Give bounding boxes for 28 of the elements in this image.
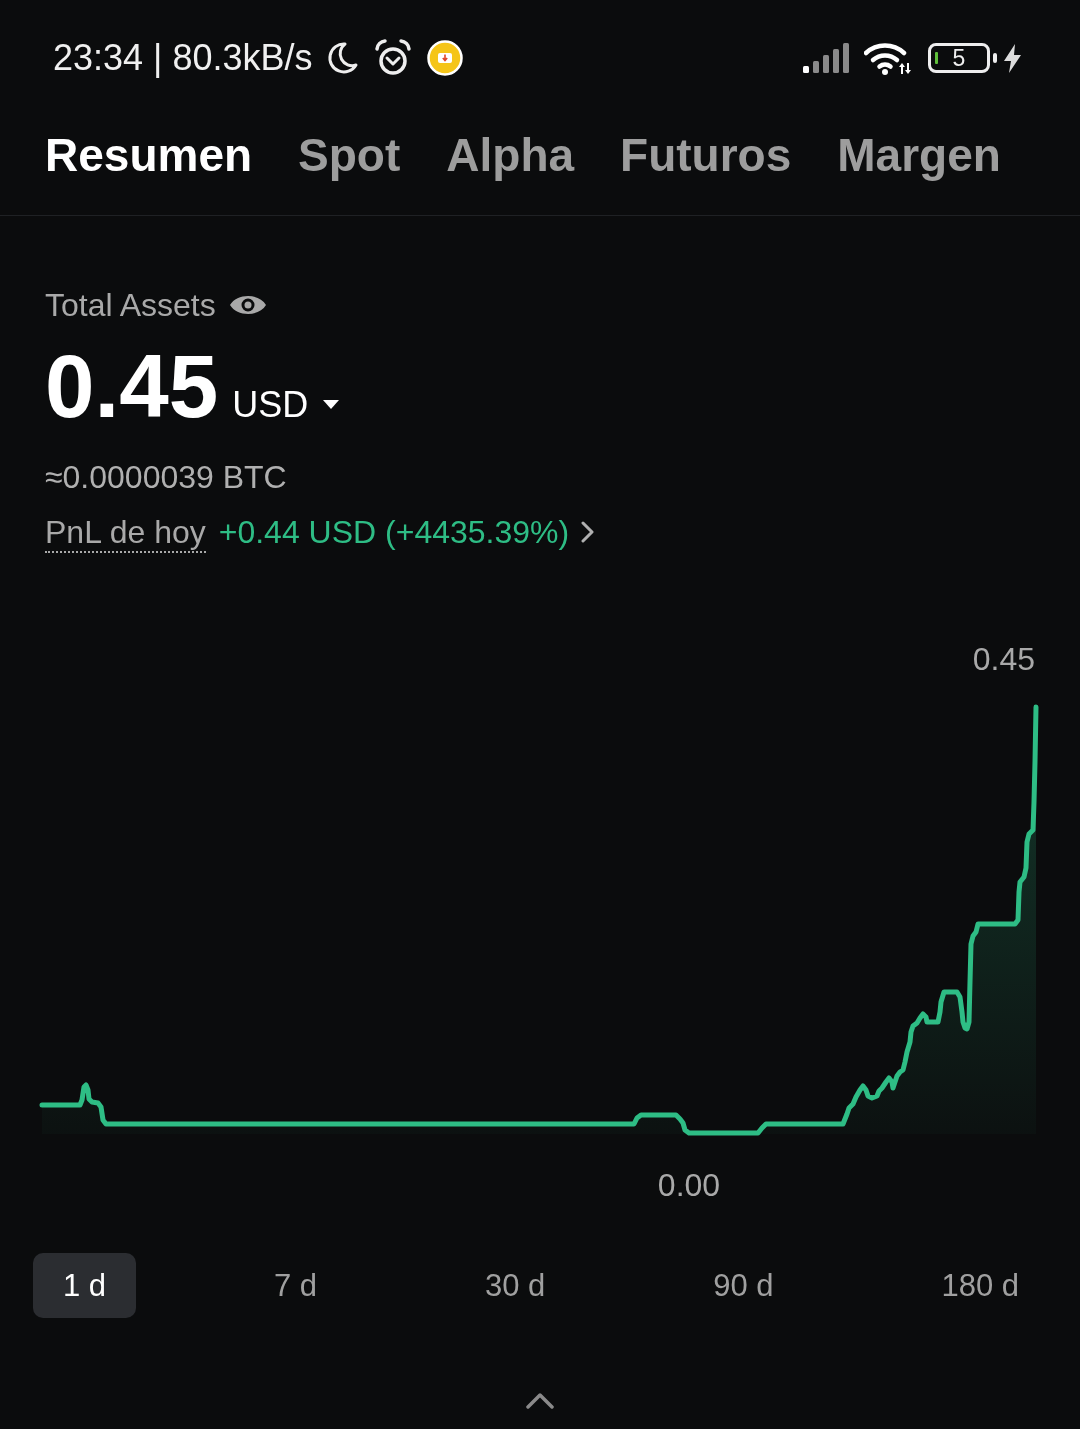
- tab[interactable]: Resumen: [45, 128, 253, 184]
- time-range-tab[interactable]: 1 d: [33, 1253, 137, 1319]
- total-assets-label: Total Assets: [45, 286, 216, 325]
- time-range-tab[interactable]: 180 d: [911, 1253, 1049, 1319]
- pnl-label[interactable]: PnL de hoy: [45, 512, 206, 554]
- tab[interactable]: Spot: [298, 128, 401, 184]
- chart-max-label: 0.45: [972, 641, 1035, 678]
- currency-dropdown[interactable]: USD: [232, 382, 340, 426]
- battery-level-text: 5: [952, 46, 966, 70]
- time-range-tab[interactable]: 90 d: [683, 1253, 804, 1319]
- tab[interactable]: Futuros: [620, 128, 792, 184]
- wifi-icon: [864, 41, 912, 75]
- chart-min-label: 0.00: [657, 1167, 721, 1204]
- alarm-clock-icon: [372, 38, 413, 78]
- time-range-tab[interactable]: 7 d: [244, 1253, 348, 1319]
- chevron-right-icon: [581, 521, 595, 544]
- chevron-up-icon[interactable]: [526, 1392, 554, 1410]
- time-range-tab[interactable]: 30 d: [454, 1253, 576, 1319]
- btc-equivalent-text: ≈0.0000039 BTC: [45, 457, 288, 496]
- signal-icon: [803, 43, 851, 73]
- tab[interactable]: Margen: [837, 128, 1001, 184]
- tab[interactable]: Alpha: [446, 128, 575, 184]
- status-time-text: 23:34 | 80.3kB/s: [53, 40, 313, 76]
- total-assets-amount: 0.45: [45, 341, 219, 431]
- pnl-value-link[interactable]: +0.44 USD (+4435.39%): [218, 512, 595, 552]
- app-notification-icon: [426, 40, 463, 76]
- caret-down-icon: [323, 399, 340, 409]
- charging-bolt-icon: [1003, 43, 1022, 73]
